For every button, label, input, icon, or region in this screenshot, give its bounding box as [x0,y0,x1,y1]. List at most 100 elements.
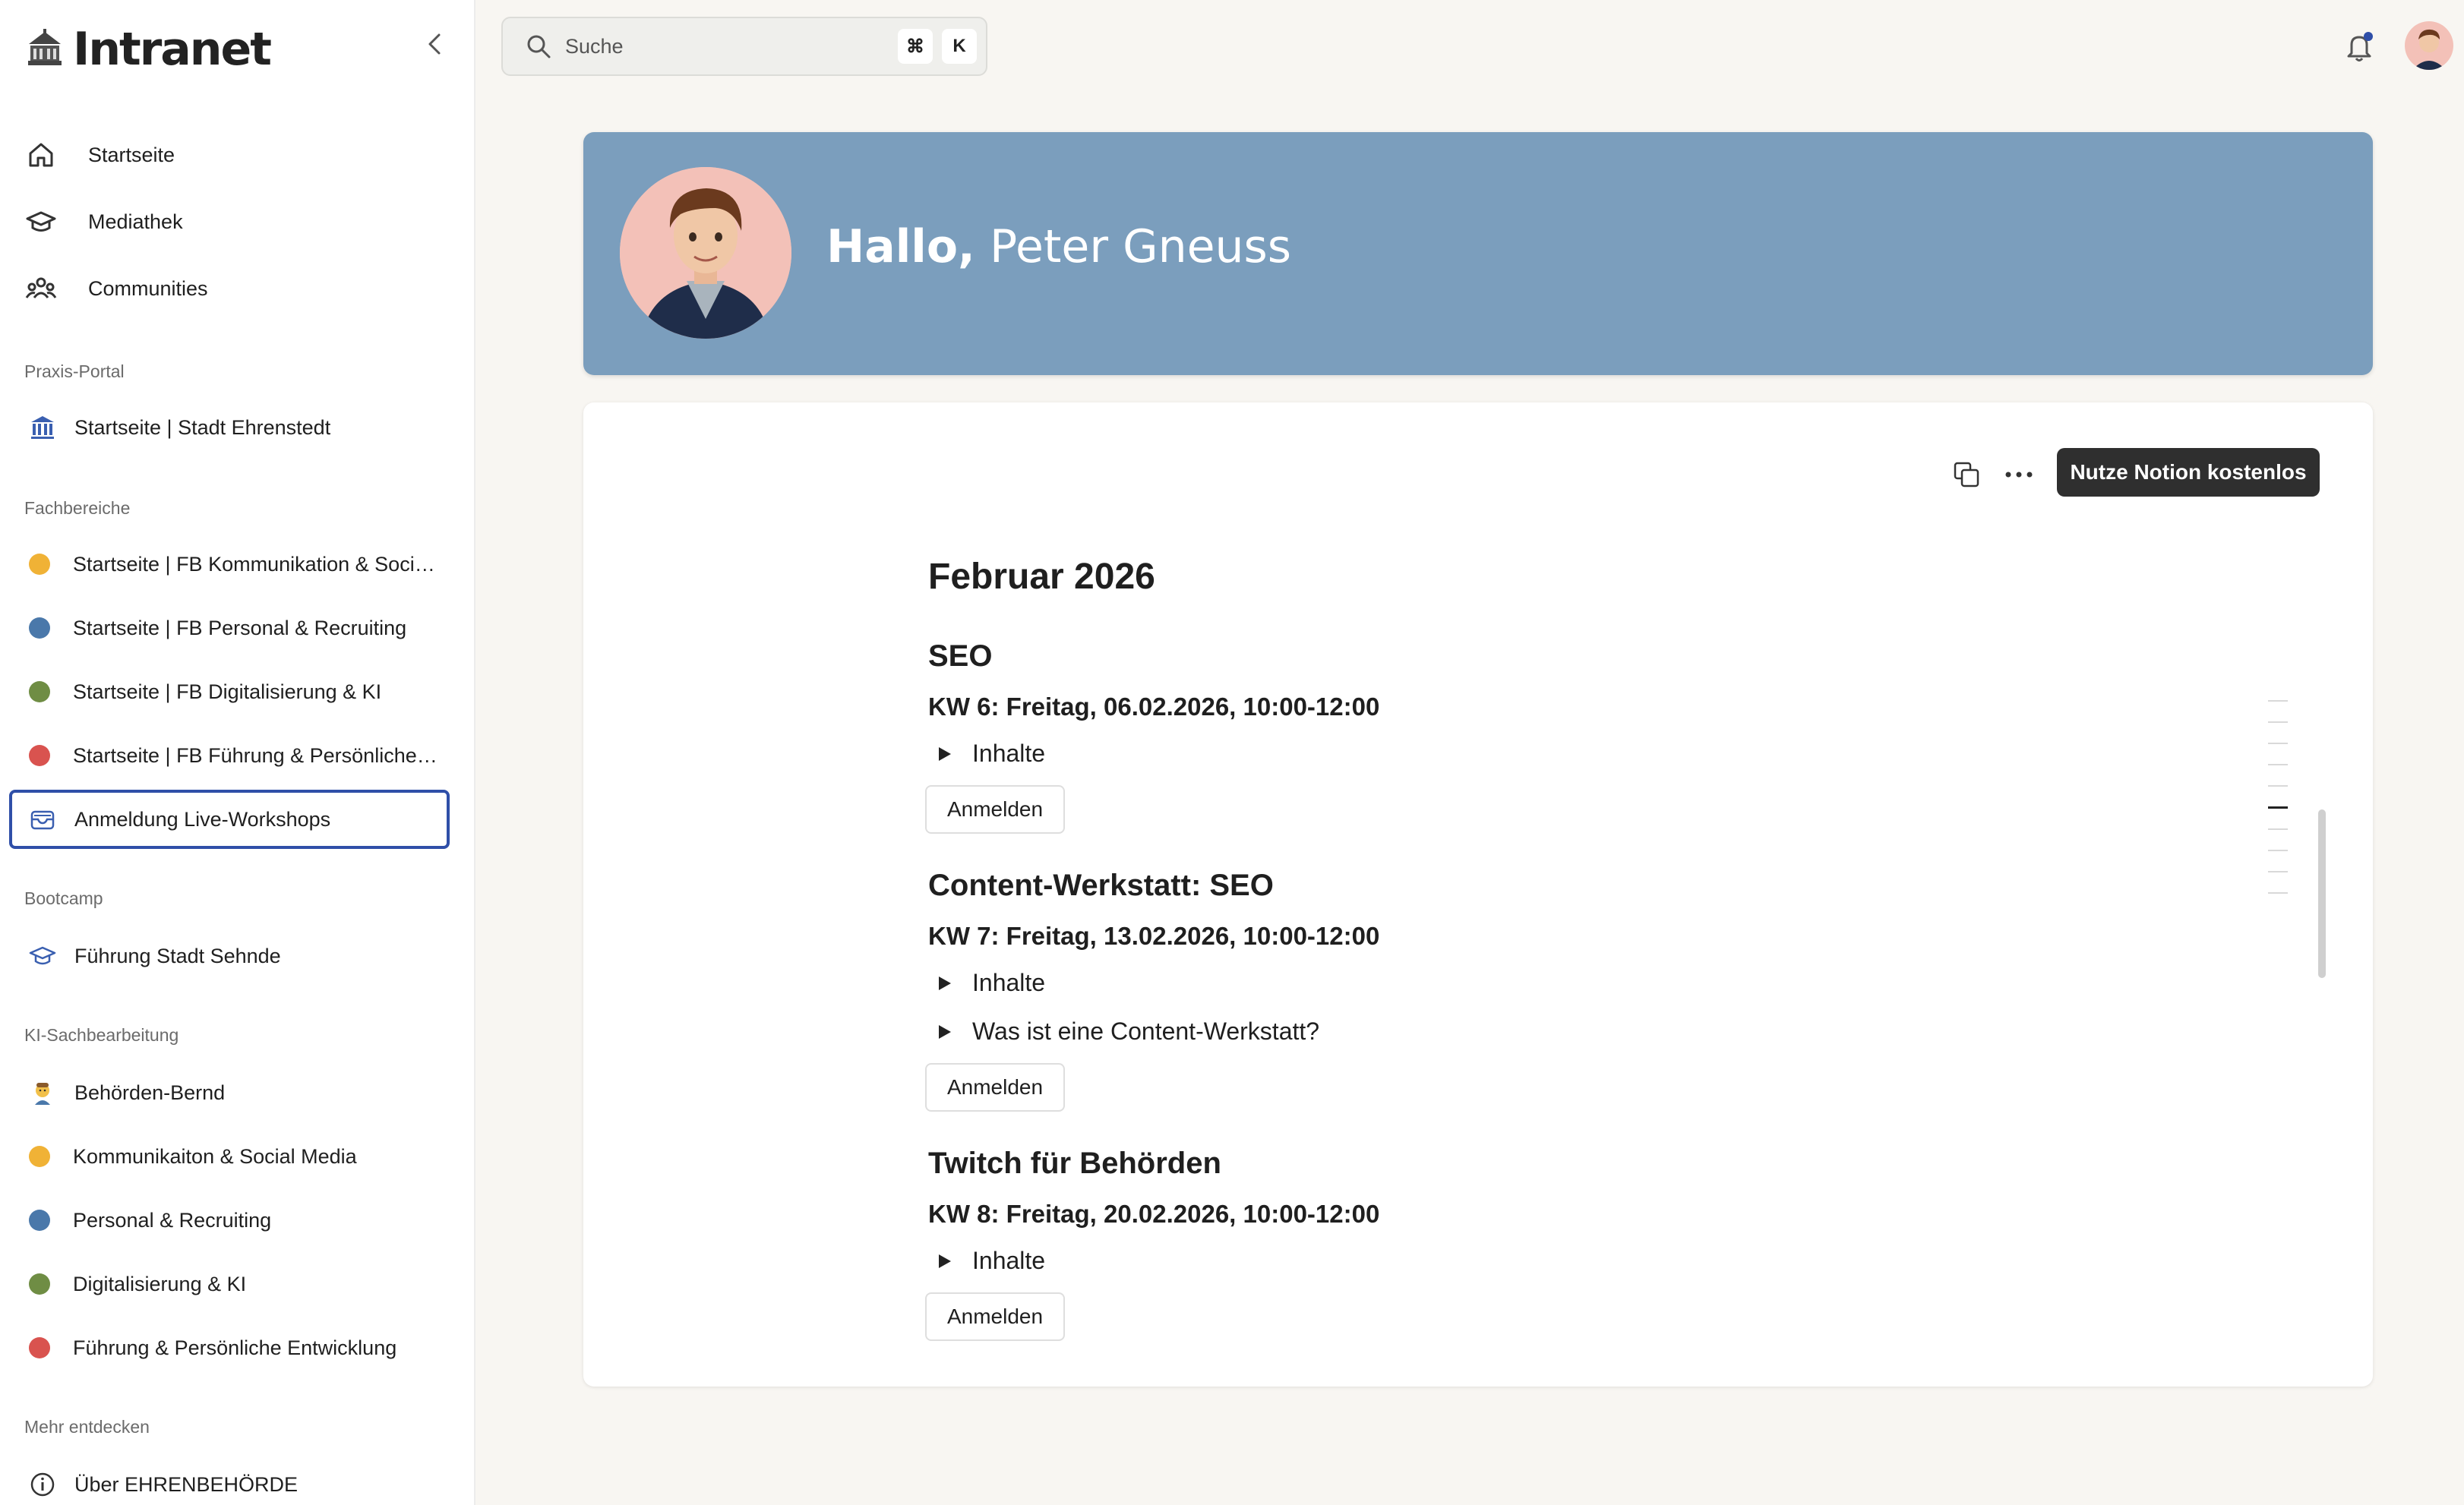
info-icon [30,1472,55,1497]
nav-item-mediathek[interactable]: Mediathek [24,188,208,255]
sidebar-item-label: Startseite | FB Personal & Recruiting [73,616,407,639]
toggle-inhalte[interactable]: Inhalte [928,1247,1045,1275]
green-circle-icon [29,1273,50,1295]
home-icon [29,143,53,167]
more-options-icon[interactable] [2002,463,2036,486]
sidebar: Intranet Startseite Mediathek Communitie… [0,0,475,1505]
outline-mark[interactable] [2268,764,2288,765]
sidebar-item-stadt-ehrenstedt[interactable]: Startseite | Stadt Ehrenstedt [9,398,450,457]
sidebar-item-fuehrung-sehnde[interactable]: Führung Stadt Sehnde [9,926,450,986]
brand[interactable]: Intranet [24,23,272,76]
event-title: Twitch für Behörden [928,1147,1221,1180]
bank-building-icon [31,416,54,439]
toggle-label: Inhalte [972,740,1046,767]
nav-item-communities[interactable]: Communities [24,255,208,322]
outline-mark[interactable] [2268,871,2288,872]
toggle-triangle-icon [939,1254,951,1268]
user-avatar-image [2405,21,2453,70]
section-title-mehr: Mehr entdecken [24,1417,150,1437]
search-input[interactable]: Suche ⌘ K [501,17,987,76]
toggle-label: Inhalte [972,1247,1046,1274]
shortcut-cmd-key: ⌘ [898,29,933,64]
toggle-triangle-icon [939,1024,951,1039]
people-icon [25,277,57,298]
collapse-sidebar-icon[interactable] [422,29,447,59]
sidebar-item-label: Startseite | Stadt Ehrenstedt [74,415,331,439]
sidebar-item-ki-kommunikation[interactable]: Kommunikaiton & Social Media [9,1127,450,1186]
red-circle-icon [29,745,50,766]
sidebar-item-fb-kommunikation[interactable]: Startseite | FB Kommunikation & Social M… [9,535,450,594]
register-button[interactable]: Anmelden [925,785,1065,834]
sidebar-item-fb-digitalisierung[interactable]: Startseite | FB Digitalisierung & KI [9,662,450,721]
yellow-circle-icon [29,1146,50,1167]
profile-avatar [620,167,791,339]
outline-mark[interactable] [2268,743,2288,744]
outline-mark[interactable] [2268,700,2288,702]
sidebar-item-label: Personal & Recruiting [73,1208,272,1232]
blue-circle-icon [29,1210,50,1231]
brand-name: Intranet [73,23,272,76]
outline-mark-active[interactable] [2268,806,2288,809]
sidebar-item-label: Startseite | FB Kommunikation & Social M… [73,552,438,576]
user-avatar[interactable] [2405,21,2453,70]
notion-cta-button[interactable]: Nutze Notion kostenlos [2057,448,2320,497]
nav-item-startseite[interactable]: Startseite [24,121,208,188]
event-date: KW 6: Freitag, 06.02.2026, 10:00-12:00 [928,693,1380,721]
greeting: Hallo, Peter Gneuss [826,220,1291,273]
profile-portrait [620,167,791,339]
inbox-tray-icon [30,810,55,830]
register-button[interactable]: Anmelden [925,1063,1065,1112]
outline-mark[interactable] [2268,785,2288,787]
main-nav: Startseite Mediathek Communities [24,121,208,322]
city-hall-icon [28,29,62,65]
sidebar-item-live-workshops[interactable]: Anmeldung Live-Workshops [9,790,450,849]
section-title-ki: KI-Sachbearbeitung [24,1025,179,1045]
outline-mark[interactable] [2268,850,2288,851]
toggle-triangle-icon [939,746,951,761]
toggle-inhalte[interactable]: Inhalte [928,969,1045,997]
sidebar-item-label: Startseite | FB Digitalisierung & KI [73,680,382,703]
scrollbar[interactable] [2318,809,2326,978]
register-button[interactable]: Anmelden [925,1292,1065,1341]
section-title-praxis: Praxis-Portal [24,361,125,381]
sidebar-item-ki-personal[interactable]: Personal & Recruiting [9,1191,450,1250]
search-icon [527,35,551,58]
sidebar-item-ki-fuehrung[interactable]: Führung & Persönliche Entwicklung [9,1318,450,1377]
workshop-card: Nutze Notion kostenlos Februar 2026 SEO … [583,402,2373,1387]
sidebar-item-label: Digitalisierung & KI [73,1272,247,1295]
sidebar-item-ueber[interactable]: Über EHRENBEHÖRDE [9,1455,450,1505]
sidebar-item-label: Führung Stadt Sehnde [74,944,281,967]
sidebar-item-label: Anmeldung Live-Workshops [74,807,331,831]
sidebar-item-label: Kommunikaiton & Social Media [73,1144,357,1168]
sidebar-item-label: Startseite | FB Führung & Persönliche En… [73,743,438,767]
outline-mark[interactable] [2268,892,2288,894]
event-date: KW 8: Freitag, 20.02.2026, 10:00-12:00 [928,1200,1380,1228]
nav-item-label: Startseite [88,143,175,166]
toggle-content-werkstatt[interactable]: Was ist eine Content-Werkstatt? [928,1018,1319,1046]
event-title: Content-Werkstatt: SEO [928,869,1274,902]
section-title-bootcamp: Bootcamp [24,888,103,908]
green-circle-icon [29,681,50,702]
sidebar-item-label: Über EHRENBEHÖRDE [74,1472,299,1496]
sidebar-item-fb-fuehrung[interactable]: Startseite | FB Führung & Persönliche En… [9,726,450,785]
red-circle-icon [29,1337,50,1358]
duplicate-icon[interactable] [1952,460,1981,489]
sidebar-item-behoerden-bernd[interactable]: Behörden-Bernd [9,1063,450,1122]
hero-banner: Hallo, Peter Gneuss [583,132,2373,375]
sidebar-item-ki-digitalisierung[interactable]: Digitalisierung & KI [9,1254,450,1314]
outline-mark[interactable] [2268,828,2288,830]
blue-circle-icon [29,617,50,639]
yellow-circle-icon [29,554,50,575]
sidebar-item-fb-personal[interactable]: Startseite | FB Personal & Recruiting [9,598,450,658]
event-date: KW 7: Freitag, 13.02.2026, 10:00-12:00 [928,922,1380,950]
shortcut-k-key: K [942,29,977,64]
nav-item-label: Mediathek [88,210,183,233]
page-outline[interactable] [2262,700,2292,913]
person-emoji-icon [35,1083,50,1105]
notification-bell-icon[interactable] [2344,30,2374,64]
outline-mark[interactable] [2268,721,2288,723]
toggle-inhalte[interactable]: Inhalte [928,740,1045,768]
greeting-hello: Hallo, [826,220,975,273]
month-heading: Februar 2026 [928,557,1155,597]
section-title-fachbereiche: Fachbereiche [24,498,131,518]
